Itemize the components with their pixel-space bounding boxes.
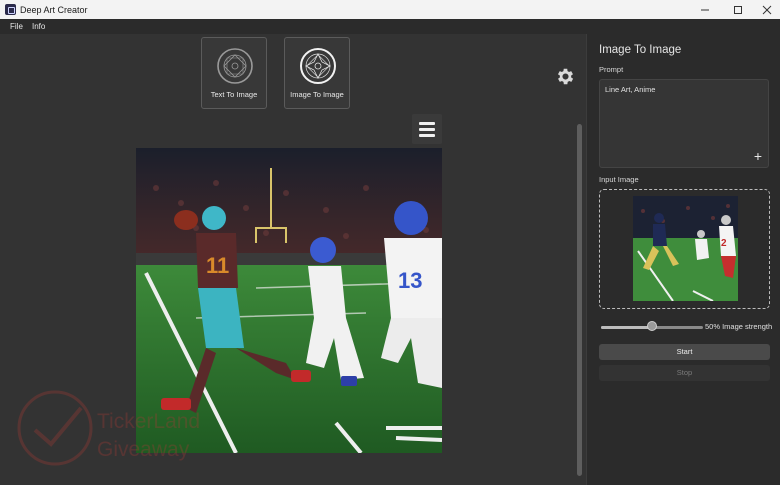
stop-button[interactable]: Stop	[599, 365, 770, 381]
input-image-label: Input Image	[599, 175, 639, 184]
text-to-image-button[interactable]: Text To Image	[201, 37, 267, 109]
menu-file[interactable]: File	[10, 22, 23, 31]
image-to-image-button[interactable]: Image To Image	[284, 37, 350, 109]
panel-title: Image To Image	[599, 44, 682, 56]
add-icon[interactable]: +	[754, 149, 762, 163]
mandala-icon	[300, 48, 336, 84]
vertical-scrollbar[interactable]	[577, 124, 582, 476]
side-panel: Image To Image Prompt Line Art, Anime + …	[586, 34, 780, 485]
mandala-icon	[217, 48, 253, 84]
prompt-text: Line Art, Anime	[605, 85, 656, 94]
close-icon	[762, 5, 772, 14]
title-bar: Deep Art Creator	[0, 0, 780, 19]
main-area: Text To Image Image To Image 11 13 Ticke…	[0, 34, 586, 485]
prompt-input[interactable]: Line Art, Anime +	[599, 79, 769, 168]
start-button[interactable]: Start	[599, 344, 770, 360]
menu-info[interactable]: Info	[32, 22, 45, 31]
minimize-icon	[701, 9, 709, 10]
slider-handle[interactable]	[647, 321, 657, 331]
maximize-icon	[734, 5, 742, 14]
prompt-label: Prompt	[599, 65, 624, 74]
close-button[interactable]	[752, 0, 780, 19]
text-to-image-label: Text To Image	[210, 90, 258, 99]
svg-text:13: 13	[398, 268, 422, 293]
watermark-line2: Giveaway	[97, 438, 190, 461]
window-title: Deep Art Creator	[20, 5, 88, 15]
gear-icon[interactable]	[555, 66, 576, 87]
image-to-image-label: Image To Image	[290, 90, 344, 99]
svg-text:11: 11	[206, 253, 229, 278]
svg-text:2: 2	[721, 238, 727, 249]
image-strength-text: 50% Image strength	[705, 322, 773, 331]
menu-bar: File Info	[0, 19, 780, 34]
menu-icon[interactable]	[412, 114, 442, 144]
maximize-button[interactable]	[723, 0, 753, 19]
minimize-button[interactable]	[690, 0, 720, 19]
watermark-logo: TickerLand Giveaway	[15, 386, 225, 471]
input-image-thumbnail: 2	[633, 196, 738, 301]
watermark-line1: TickerLand	[97, 410, 201, 433]
app-icon	[5, 4, 16, 15]
input-image-dropzone[interactable]: 2	[599, 189, 770, 309]
